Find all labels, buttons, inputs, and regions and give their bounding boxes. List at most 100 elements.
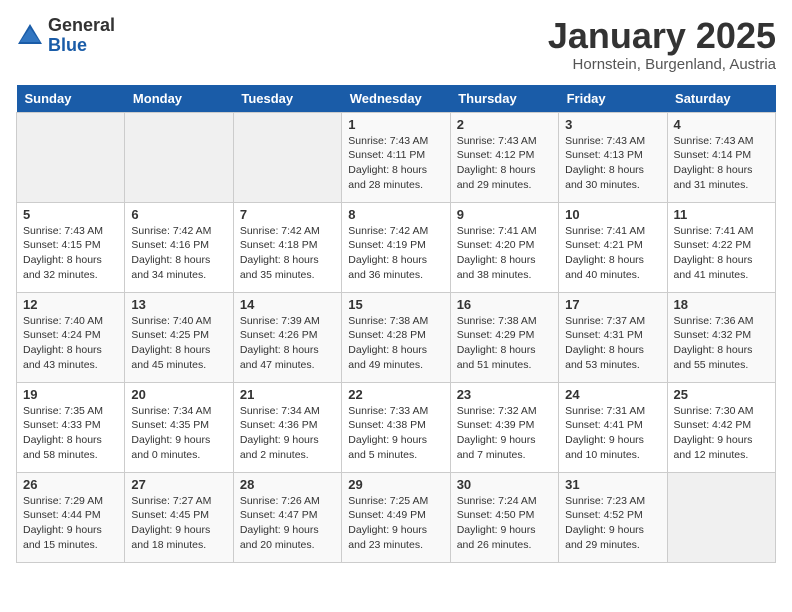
calendar-cell: 24 Sunrise: 7:31 AM Sunset: 4:41 PM Dayli… xyxy=(559,382,667,472)
day-info: Sunrise: 7:24 AM Sunset: 4:50 PM Dayligh… xyxy=(457,494,552,553)
weekday-header-tuesday: Tuesday xyxy=(233,85,341,113)
calendar-cell: 12Sunrise: 7:40 AM Sunset: 4:24 PM Dayli… xyxy=(17,292,125,382)
calendar-cell: 26Sunrise: 7:29 AM Sunset: 4:44 PM Dayli… xyxy=(17,472,125,562)
day-info: Sunrise: 7:42 AM Sunset: 4:18 PM Dayligh… xyxy=(240,224,335,283)
logo: General Blue xyxy=(16,16,115,56)
day-info: Sunrise: 7:31 AM Sunset: 4:41 PM Dayligh… xyxy=(565,404,660,463)
day-number: 15 xyxy=(348,297,443,312)
day-info: Sunrise: 7:25 AM Sunset: 4:49 PM Dayligh… xyxy=(348,494,443,553)
calendar-cell: 27 Sunrise: 7:27 AM Sunset: 4:45 PM Dayli… xyxy=(125,472,233,562)
day-number: 5 xyxy=(23,207,118,222)
day-number: 2 xyxy=(457,117,552,132)
calendar-cell: 16Sunrise: 7:38 AM Sunset: 4:29 PM Dayli… xyxy=(450,292,558,382)
day-number: 28 xyxy=(240,477,335,492)
weekday-header-wednesday: Wednesday xyxy=(342,85,450,113)
calendar-cell xyxy=(17,112,125,202)
day-number: 3 xyxy=(565,117,660,132)
logo-icon xyxy=(16,22,44,50)
day-info: Sunrise: 7:34 AM Sunset: 4:35 PM Dayligh… xyxy=(131,404,226,463)
day-number: 27 xyxy=(131,477,226,492)
calendar-cell: 13 Sunrise: 7:40 AM Sunset: 4:25 PM Dayli… xyxy=(125,292,233,382)
calendar-cell xyxy=(125,112,233,202)
logo-blue-text: Blue xyxy=(48,36,115,56)
calendar-cell xyxy=(233,112,341,202)
title-block: January 2025 Hornstein, Burgenland, Aust… xyxy=(548,16,776,73)
calendar-cell: 14 Sunrise: 7:39 AM Sunset: 4:26 PM Dayli… xyxy=(233,292,341,382)
day-info: Sunrise: 7:38 AM Sunset: 4:28 PM Dayligh… xyxy=(348,314,443,373)
calendar-cell: 8 Sunrise: 7:42 AM Sunset: 4:19 PM Daylig… xyxy=(342,202,450,292)
day-info: Sunrise: 7:27 AM Sunset: 4:45 PM Dayligh… xyxy=(131,494,226,553)
day-info: Sunrise: 7:32 AM Sunset: 4:39 PM Dayligh… xyxy=(457,404,552,463)
day-number: 8 xyxy=(348,207,443,222)
day-info: Sunrise: 7:41 AM Sunset: 4:20 PM Dayligh… xyxy=(457,224,552,283)
day-info: Sunrise: 7:42 AM Sunset: 4:16 PM Dayligh… xyxy=(131,224,226,283)
calendar-cell: 25 Sunrise: 7:30 AM Sunset: 4:42 PM Dayli… xyxy=(667,382,775,472)
day-number: 24 xyxy=(565,387,660,402)
calendar-cell: 5 Sunrise: 7:43 AM Sunset: 4:15 PM Daylig… xyxy=(17,202,125,292)
location-text: Hornstein, Burgenland, Austria xyxy=(548,56,776,73)
calendar-week-row: 5 Sunrise: 7:43 AM Sunset: 4:15 PM Daylig… xyxy=(17,202,776,292)
calendar-cell: 28 Sunrise: 7:26 AM Sunset: 4:47 PM Dayli… xyxy=(233,472,341,562)
calendar-cell: 31 Sunrise: 7:23 AM Sunset: 4:52 PM Dayli… xyxy=(559,472,667,562)
day-number: 14 xyxy=(240,297,335,312)
day-info: Sunrise: 7:43 AM Sunset: 4:13 PM Dayligh… xyxy=(565,134,660,193)
calendar-cell: 20 Sunrise: 7:34 AM Sunset: 4:35 PM Dayli… xyxy=(125,382,233,472)
calendar-cell: 9 Sunrise: 7:41 AM Sunset: 4:20 PM Daylig… xyxy=(450,202,558,292)
weekday-header-monday: Monday xyxy=(125,85,233,113)
day-number: 13 xyxy=(131,297,226,312)
day-number: 25 xyxy=(674,387,769,402)
page-header: General Blue January 2025 Hornstein, Bur… xyxy=(16,16,776,73)
calendar-cell: 7 Sunrise: 7:42 AM Sunset: 4:18 PM Daylig… xyxy=(233,202,341,292)
day-number: 9 xyxy=(457,207,552,222)
day-number: 7 xyxy=(240,207,335,222)
day-number: 6 xyxy=(131,207,226,222)
calendar-week-row: 1 Sunrise: 7:43 AM Sunset: 4:11 PM Daylig… xyxy=(17,112,776,202)
calendar-week-row: 12Sunrise: 7:40 AM Sunset: 4:24 PM Dayli… xyxy=(17,292,776,382)
day-info: Sunrise: 7:26 AM Sunset: 4:47 PM Dayligh… xyxy=(240,494,335,553)
calendar-table: SundayMondayTuesdayWednesdayThursdayFrid… xyxy=(16,85,776,563)
day-info: Sunrise: 7:23 AM Sunset: 4:52 PM Dayligh… xyxy=(565,494,660,553)
day-number: 18 xyxy=(674,297,769,312)
day-info: Sunrise: 7:43 AM Sunset: 4:12 PM Dayligh… xyxy=(457,134,552,193)
day-number: 17 xyxy=(565,297,660,312)
day-number: 31 xyxy=(565,477,660,492)
day-number: 10 xyxy=(565,207,660,222)
calendar-week-row: 19Sunrise: 7:35 AM Sunset: 4:33 PM Dayli… xyxy=(17,382,776,472)
day-number: 29 xyxy=(348,477,443,492)
calendar-cell: 29 Sunrise: 7:25 AM Sunset: 4:49 PM Dayli… xyxy=(342,472,450,562)
day-info: Sunrise: 7:30 AM Sunset: 4:42 PM Dayligh… xyxy=(674,404,769,463)
day-info: Sunrise: 7:43 AM Sunset: 4:14 PM Dayligh… xyxy=(674,134,769,193)
calendar-cell xyxy=(667,472,775,562)
weekday-header-friday: Friday xyxy=(559,85,667,113)
calendar-cell: 18Sunrise: 7:36 AM Sunset: 4:32 PM Dayli… xyxy=(667,292,775,382)
calendar-cell: 4 Sunrise: 7:43 AM Sunset: 4:14 PM Daylig… xyxy=(667,112,775,202)
calendar-cell: 17Sunrise: 7:37 AM Sunset: 4:31 PM Dayli… xyxy=(559,292,667,382)
calendar-week-row: 26Sunrise: 7:29 AM Sunset: 4:44 PM Dayli… xyxy=(17,472,776,562)
calendar-header-row: SundayMondayTuesdayWednesdayThursdayFrid… xyxy=(17,85,776,113)
day-number: 11 xyxy=(674,207,769,222)
day-info: Sunrise: 7:33 AM Sunset: 4:38 PM Dayligh… xyxy=(348,404,443,463)
day-info: Sunrise: 7:41 AM Sunset: 4:22 PM Dayligh… xyxy=(674,224,769,283)
day-info: Sunrise: 7:38 AM Sunset: 4:29 PM Dayligh… xyxy=(457,314,552,373)
calendar-cell: 21 Sunrise: 7:34 AM Sunset: 4:36 PM Dayli… xyxy=(233,382,341,472)
logo-general-text: General xyxy=(48,16,115,36)
day-number: 1 xyxy=(348,117,443,132)
calendar-cell: 6 Sunrise: 7:42 AM Sunset: 4:16 PM Daylig… xyxy=(125,202,233,292)
calendar-cell: 15 Sunrise: 7:38 AM Sunset: 4:28 PM Dayli… xyxy=(342,292,450,382)
day-info: Sunrise: 7:40 AM Sunset: 4:24 PM Dayligh… xyxy=(23,314,118,373)
day-number: 19 xyxy=(23,387,118,402)
calendar-cell: 23 Sunrise: 7:32 AM Sunset: 4:39 PM Dayli… xyxy=(450,382,558,472)
day-info: Sunrise: 7:43 AM Sunset: 4:15 PM Dayligh… xyxy=(23,224,118,283)
day-number: 4 xyxy=(674,117,769,132)
day-number: 30 xyxy=(457,477,552,492)
day-number: 26 xyxy=(23,477,118,492)
day-number: 20 xyxy=(131,387,226,402)
day-number: 21 xyxy=(240,387,335,402)
day-number: 23 xyxy=(457,387,552,402)
day-info: Sunrise: 7:39 AM Sunset: 4:26 PM Dayligh… xyxy=(240,314,335,373)
day-info: Sunrise: 7:42 AM Sunset: 4:19 PM Dayligh… xyxy=(348,224,443,283)
day-info: Sunrise: 7:43 AM Sunset: 4:11 PM Dayligh… xyxy=(348,134,443,193)
weekday-header-saturday: Saturday xyxy=(667,85,775,113)
day-info: Sunrise: 7:34 AM Sunset: 4:36 PM Dayligh… xyxy=(240,404,335,463)
day-info: Sunrise: 7:40 AM Sunset: 4:25 PM Dayligh… xyxy=(131,314,226,373)
